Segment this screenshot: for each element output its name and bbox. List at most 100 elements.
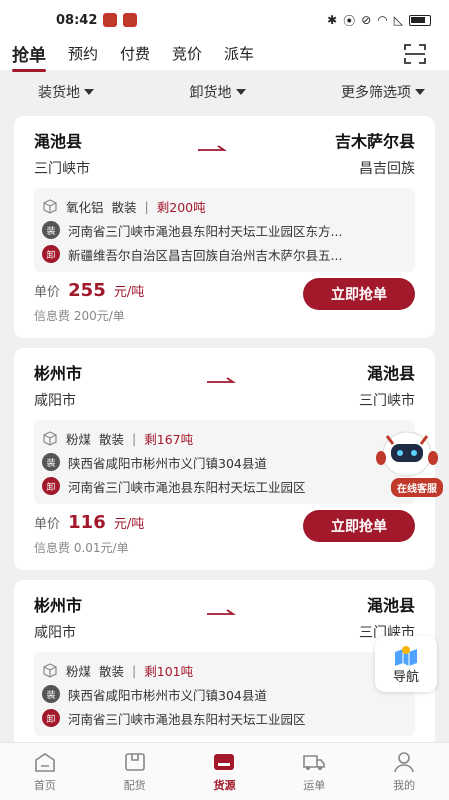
filter-more-options[interactable]: 更多筛选项 [341, 82, 425, 102]
origin-city: 彬州市 [34, 364, 83, 383]
route: 彬州市 咸阳市 渑池县 三门峡市 [34, 360, 415, 410]
info-fee: 信息费 0.01元/单 [34, 541, 129, 555]
bluetooth-icon: ✱ [327, 13, 338, 27]
grab-order-button[interactable]: 立即抢单 [303, 510, 415, 542]
load-badge: 装 [42, 221, 60, 239]
remaining-quantity: 剩101吨 [144, 663, 194, 679]
goods-name: 粉煤 [66, 663, 92, 679]
destination-region: 三门峡市 [358, 393, 415, 409]
caret-down-icon [235, 89, 246, 95]
goods-info: 氧化铝 散装 | 剩200吨 装 河南省三门峡市渑池县东阳村天坛工业园区东方..… [34, 188, 415, 272]
price-value: 255 [68, 280, 106, 301]
route: 渑池县 三门峡市 吉木萨尔县 昌吉回族 [34, 128, 415, 178]
cargo-card[interactable]: 彬州市 咸阳市 渑池县 三门峡市 粉煤 散装 | 剩167吨 装 陕西省咸阳市彬… [14, 348, 435, 570]
filter-bar: 装货地 卸货地 更多筛选项 [0, 70, 449, 114]
filter-loading-place[interactable]: 装货地 [38, 82, 94, 102]
origin-city: 渑池县 [34, 132, 83, 151]
user-icon [394, 751, 414, 772]
origin-city: 彬州市 [34, 596, 83, 615]
signal-icon: ◺ [393, 13, 403, 27]
loading-address: 陕西省咸阳市彬州市义门镇304县道 [68, 687, 267, 703]
price-unit: 元/吨 [113, 517, 145, 532]
nav-mine[interactable]: 我的 [374, 751, 434, 793]
goods-info: 粉煤 散装 | 剩167吨 装 陕西省咸阳市彬州市义门镇304县道 卸 河南省三… [34, 420, 415, 504]
caret-down-icon [84, 89, 94, 95]
origin-region: 咸阳市 [34, 625, 76, 641]
goods-name: 氧化铝 [66, 199, 104, 215]
tab-bidding[interactable]: 竞价 [172, 43, 202, 68]
filter-label: 装货地 [38, 85, 80, 101]
info-fee: 信息费 200元/单 [34, 309, 125, 323]
wifi-icon: ◠ [377, 13, 388, 27]
goods-info: 粉煤 散装 | 剩101吨 装 陕西省咸阳市彬州市义门镇304县道 卸 河南省三… [34, 652, 415, 736]
filter-label: 卸货地 [189, 85, 232, 101]
price-value: 116 [68, 512, 106, 533]
package-icon [43, 663, 57, 678]
filter-label: 更多筛选项 [341, 85, 411, 101]
nav-label: 首页 [33, 778, 56, 792]
top-tab-bar: 抢单 预约 付费 竞价 派车 [0, 40, 449, 72]
location-icon: ⦿ [343, 13, 356, 28]
route: 彬州市 咸阳市 渑池县 三门峡市 [34, 592, 415, 642]
unload-badge: 卸 [42, 709, 60, 727]
loading-address: 陕西省咸阳市彬州市义门镇304县道 [68, 455, 267, 471]
nav-label: 我的 [393, 778, 416, 792]
notification-app-icon [123, 13, 138, 27]
destination-city: 渑池县 [366, 364, 415, 383]
caret-down-icon [415, 89, 425, 95]
tab-dispatch[interactable]: 派车 [224, 43, 254, 68]
unload-badge: 卸 [42, 477, 60, 495]
unit-price: 单价 255 元/吨 [34, 280, 144, 301]
packing-type: 散装 [99, 663, 125, 679]
unloading-address: 河南省三门峡市渑池县东阳村天坛工业园区 [68, 479, 306, 495]
navigation-label: 导航 [392, 669, 419, 685]
notification-app-icon [103, 13, 118, 27]
nav-label: 运单 [303, 778, 326, 792]
origin-region: 三门峡市 [34, 161, 90, 177]
filter-unloading-place[interactable]: 卸货地 [190, 82, 246, 102]
remaining-quantity: 剩200吨 [156, 199, 206, 215]
cargo-list: 渑池县 三门峡市 吉木萨尔县 昌吉回族 氧化铝 散装 | 剩200吨 装 河南省… [14, 116, 435, 800]
bottom-nav: 首页 配货 货源 运单 我的 [0, 742, 449, 800]
packing-type: 散装 [111, 199, 137, 215]
home-icon [35, 752, 55, 772]
cargo-icon [214, 753, 235, 770]
destination-region: 昌吉回族 [358, 161, 415, 177]
price-label: 单价 [34, 285, 61, 300]
status-bar: 08:42 ✱ ⦿ ⊘ ◠ ◺ [0, 0, 449, 40]
load-badge: 装 [42, 685, 60, 703]
navigation-button[interactable]: 导航 [375, 636, 437, 692]
nav-label: 配货 [123, 778, 146, 792]
remaining-quantity: 剩167吨 [144, 431, 194, 447]
status-time: 08:42 [56, 12, 98, 28]
tab-paid[interactable]: 付费 [120, 43, 150, 68]
route-arrow-icon [206, 377, 236, 383]
price-label: 单价 [34, 517, 61, 532]
scan-icon[interactable] [403, 43, 427, 65]
route-arrow-icon [198, 145, 228, 151]
nav-matching[interactable]: 配货 [105, 751, 165, 793]
package-icon [43, 199, 57, 214]
box-icon [124, 752, 145, 771]
price-unit: 元/吨 [113, 285, 145, 300]
unit-price: 单价 116 元/吨 [34, 512, 144, 533]
unload-badge: 卸 [42, 245, 60, 263]
route-arrow-icon [206, 609, 236, 615]
divider: | [132, 430, 137, 446]
silent-icon: ⊘ [361, 13, 372, 27]
nav-home[interactable]: 首页 [15, 751, 75, 793]
nav-waybill[interactable]: 运单 [284, 751, 344, 793]
package-icon [43, 431, 57, 446]
load-badge: 装 [42, 453, 60, 471]
origin-region: 咸阳市 [34, 393, 76, 409]
nav-cargo-source[interactable]: 货源 [194, 751, 254, 793]
grab-order-button[interactable]: 立即抢单 [303, 278, 415, 310]
divider: | [144, 198, 149, 214]
cargo-card[interactable]: 渑池县 三门峡市 吉木萨尔县 昌吉回族 氧化铝 散装 | 剩200吨 装 河南省… [14, 116, 435, 338]
online-service-label[interactable]: 在线客服 [391, 478, 443, 497]
loading-address: 河南省三门峡市渑池县东阳村天坛工业园区东方... [68, 223, 343, 239]
tab-reserve[interactable]: 预约 [68, 43, 98, 68]
tab-grab-order[interactable]: 抢单 [12, 41, 46, 72]
battery-icon [409, 14, 431, 26]
divider: | [132, 662, 137, 678]
